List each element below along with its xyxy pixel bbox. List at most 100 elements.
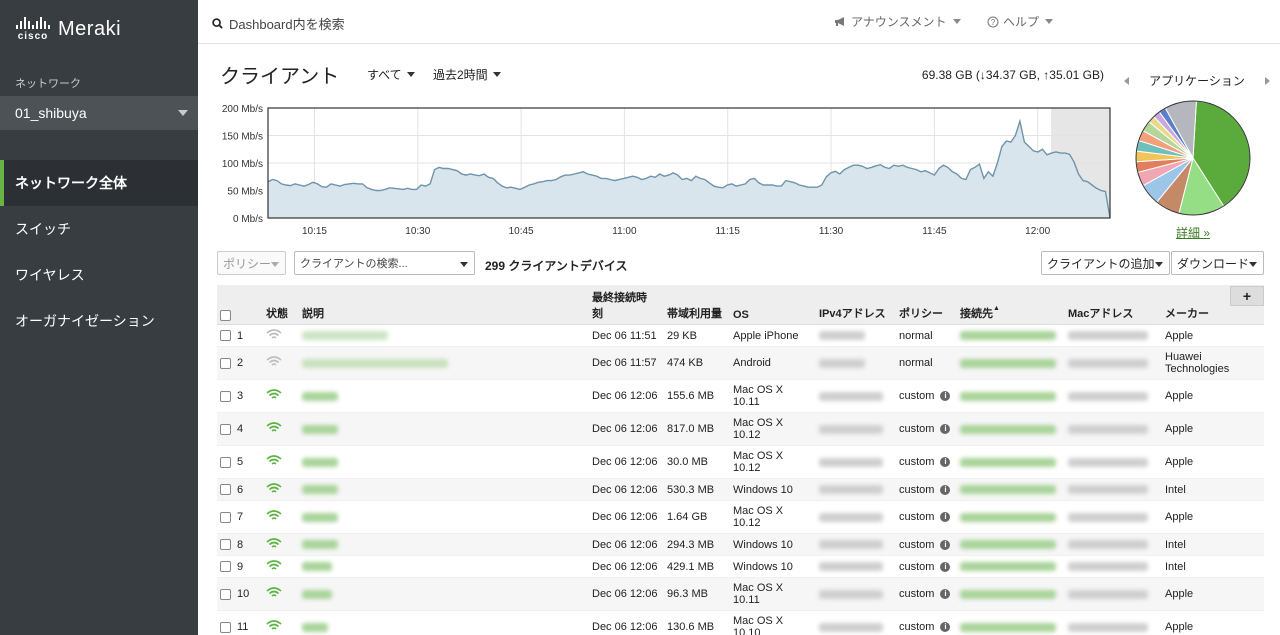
description-cell[interactable]: [299, 610, 589, 635]
connected-to-cell[interactable]: [957, 500, 1065, 534]
select-cell[interactable]: 9: [217, 555, 263, 578]
connected-to-cell[interactable]: [957, 533, 1065, 556]
description-cell[interactable]: [299, 346, 589, 380]
description-cell[interactable]: [299, 379, 589, 413]
col-last-seen[interactable]: 最終接続時刻: [589, 285, 664, 325]
description-cell[interactable]: [299, 445, 589, 479]
description-redacted[interactable]: [302, 457, 338, 467]
table-row[interactable]: 3 Dec 06 12:06 155.6 MB Mac OS X 10.11 custom…: [217, 379, 1264, 413]
sidebar-item-network-wide[interactable]: ネットワーク全体: [0, 160, 198, 206]
row-checkbox[interactable]: [220, 330, 231, 342]
table-row[interactable]: 5 Dec 06 12:06 30.0 MB Mac OS X 10.12 custom i…: [217, 445, 1264, 479]
select-cell[interactable]: 2: [217, 346, 263, 380]
connected-to-redacted[interactable]: [960, 331, 1056, 341]
description-redacted[interactable]: [302, 424, 338, 434]
network-selector[interactable]: 01_shibuya: [0, 96, 198, 130]
row-checkbox[interactable]: [220, 390, 231, 402]
help-menu[interactable]: ? ヘルプ: [987, 13, 1054, 30]
connected-to-redacted[interactable]: [960, 540, 1056, 550]
select-cell[interactable]: 4: [217, 412, 263, 446]
table-row[interactable]: 8 Dec 06 12:06 294.3 MB Windows 10 custom i In…: [217, 533, 1264, 556]
description-redacted[interactable]: [302, 331, 388, 341]
table-row[interactable]: 6 Dec 06 12:06 530.3 MB Windows 10 custom i In…: [217, 478, 1264, 501]
col-mac[interactable]: Macアドレス: [1065, 285, 1162, 325]
policy-cell[interactable]: normal: [896, 324, 957, 347]
policy-cell[interactable]: custom i: [896, 478, 957, 501]
announcement-menu[interactable]: アナウンスメント: [834, 13, 961, 30]
policy-cell[interactable]: custom i: [896, 412, 957, 446]
details-link[interactable]: 詳細 »: [1176, 224, 1210, 241]
select-cell[interactable]: 5: [217, 445, 263, 479]
description-redacted[interactable]: [302, 485, 338, 495]
policy-cell[interactable]: custom i: [896, 555, 957, 578]
description-cell[interactable]: [299, 324, 589, 347]
info-icon[interactable]: i: [940, 457, 951, 468]
description-cell[interactable]: [299, 577, 589, 611]
table-row[interactable]: 11 Dec 06 12:06 130.6 MB Mac OS X 10.10 custo…: [217, 610, 1264, 635]
policy-cell[interactable]: normal: [896, 346, 957, 380]
col-os[interactable]: OS: [730, 285, 816, 325]
connected-to-cell[interactable]: [957, 324, 1065, 347]
col-description[interactable]: 説明: [299, 285, 589, 325]
row-checkbox[interactable]: [220, 456, 231, 468]
usage-chart[interactable]: 200 Mb/s 150 Mb/s 100 Mb/s 50 Mb/s 0 Mb/s 10:…: [210, 98, 1120, 242]
next-arrow-icon[interactable]: [1264, 76, 1270, 85]
description-cell[interactable]: [299, 555, 589, 578]
time-range-dropdown[interactable]: 過去2時間: [433, 66, 501, 83]
table-row[interactable]: 4 Dec 06 12:06 817.0 MB Mac OS X 10.12 custom…: [217, 412, 1264, 446]
description-redacted[interactable]: [302, 589, 332, 599]
add-column-button[interactable]: +: [1230, 286, 1264, 306]
connected-to-cell[interactable]: [957, 346, 1065, 380]
col-status[interactable]: 状態: [263, 285, 299, 325]
connected-to-redacted[interactable]: [960, 358, 1056, 368]
dashboard-search[interactable]: Dashboard内を検索: [212, 14, 345, 33]
connected-to-cell[interactable]: [957, 412, 1065, 446]
row-checkbox[interactable]: [220, 621, 231, 633]
description-redacted[interactable]: [302, 391, 338, 401]
select-cell[interactable]: 8: [217, 533, 263, 556]
col-policy[interactable]: ポリシー: [896, 285, 957, 325]
row-checkbox[interactable]: [220, 484, 231, 496]
connected-to-redacted[interactable]: [960, 424, 1056, 434]
info-icon[interactable]: i: [940, 622, 951, 633]
cisco-meraki-logo[interactable]: cisco Meraki: [16, 14, 121, 44]
info-icon[interactable]: i: [940, 512, 951, 523]
select-cell[interactable]: 7: [217, 500, 263, 534]
col-connected-to[interactable]: 接続先▲: [957, 285, 1065, 325]
policy-dropdown[interactable]: ポリシー: [217, 251, 286, 275]
policy-cell[interactable]: custom i: [896, 500, 957, 534]
row-checkbox[interactable]: [220, 423, 231, 435]
policy-cell[interactable]: custom i: [896, 533, 957, 556]
info-icon[interactable]: i: [940, 484, 951, 495]
sidebar-item-wireless[interactable]: ワイヤレス: [0, 252, 198, 298]
connected-to-cell[interactable]: [957, 478, 1065, 501]
col-ipv4[interactable]: IPv4アドレス: [816, 285, 896, 325]
sidebar-item-organization[interactable]: オーガナイゼーション: [0, 298, 198, 344]
connected-to-redacted[interactable]: [960, 562, 1056, 572]
col-usage[interactable]: 帯域利用量: [664, 285, 730, 325]
select-cell[interactable]: 1: [217, 324, 263, 347]
connected-to-redacted[interactable]: [960, 391, 1056, 401]
table-row[interactable]: 2 Dec 06 11:57 474 KB Android normal Huawei Te…: [217, 346, 1264, 380]
download-button[interactable]: ダウンロード: [1171, 251, 1264, 275]
table-row[interactable]: 7 Dec 06 12:06 1.64 GB Mac OS X 10.12 custom i…: [217, 500, 1264, 534]
applications-pie[interactable]: [1132, 100, 1254, 218]
description-redacted[interactable]: [302, 540, 338, 550]
sidebar-item-switch[interactable]: スイッチ: [0, 206, 198, 252]
description-redacted[interactable]: [302, 512, 338, 522]
info-icon[interactable]: i: [940, 539, 951, 550]
info-icon[interactable]: i: [940, 589, 951, 600]
policy-cell[interactable]: custom i: [896, 445, 957, 479]
connected-to-cell[interactable]: [957, 555, 1065, 578]
connected-to-redacted[interactable]: [960, 457, 1056, 467]
client-search-input[interactable]: クライアントの検索...: [294, 251, 475, 275]
search-input[interactable]: Dashboard内を検索: [229, 14, 345, 33]
connected-to-redacted[interactable]: [960, 589, 1056, 599]
row-checkbox[interactable]: [220, 588, 231, 600]
select-all-header[interactable]: [217, 285, 263, 325]
select-cell[interactable]: 10: [217, 577, 263, 611]
connected-to-cell[interactable]: [957, 577, 1065, 611]
connected-to-cell[interactable]: [957, 379, 1065, 413]
policy-cell[interactable]: custom i: [896, 610, 957, 635]
description-cell[interactable]: [299, 500, 589, 534]
